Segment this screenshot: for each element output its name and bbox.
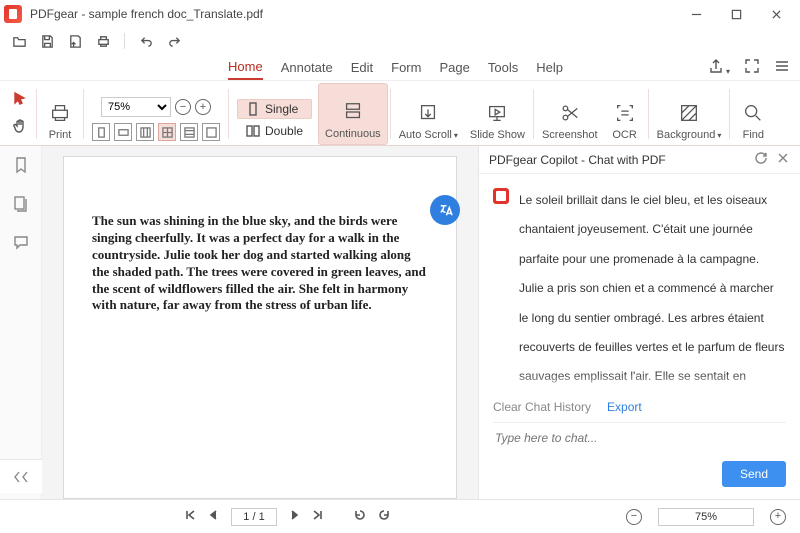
- zoom-select[interactable]: 75%: [101, 97, 171, 117]
- translate-badge[interactable]: [430, 195, 460, 225]
- chat-input[interactable]: [493, 422, 786, 453]
- tab-bar: Home Annotate Edit Form Page Tools Help …: [0, 54, 800, 80]
- quick-access-toolbar: [0, 28, 800, 54]
- fit-5-icon[interactable]: [180, 123, 198, 141]
- autoscroll-group[interactable]: Auto Scroll▾: [393, 83, 464, 145]
- continuous-icon: [338, 98, 368, 126]
- find-label: Find: [743, 129, 764, 141]
- refresh-icon[interactable]: [754, 151, 768, 168]
- autoscroll-icon: [413, 99, 443, 127]
- autoscroll-label: Auto Scroll: [399, 129, 452, 141]
- screenshot-label: Screenshot: [542, 129, 598, 141]
- thumbnails-icon[interactable]: [12, 195, 30, 216]
- continuous-label: Continuous: [325, 128, 381, 140]
- tab-page[interactable]: Page: [439, 56, 469, 79]
- single-page-button[interactable]: Single: [237, 99, 312, 119]
- save-icon[interactable]: [38, 32, 56, 50]
- chat-message: Le soleil brillait dans le ciel bleu, et…: [493, 186, 786, 394]
- search-icon: [738, 99, 768, 127]
- saveas-icon[interactable]: [66, 32, 84, 50]
- print-group[interactable]: Print: [39, 83, 81, 145]
- ocr-label: OCR: [612, 129, 636, 141]
- document-text: The sun was shining in the blue sky, and…: [92, 213, 428, 314]
- app-icon: [4, 5, 22, 23]
- send-button[interactable]: Send: [722, 461, 786, 487]
- rotate-left-icon[interactable]: [353, 508, 367, 525]
- document-viewport[interactable]: The sun was shining in the blue sky, and…: [42, 146, 478, 499]
- left-rail: [0, 146, 42, 499]
- tab-home[interactable]: Home: [228, 55, 263, 80]
- zoom-out-button[interactable]: −: [175, 99, 191, 115]
- scissors-icon: [555, 99, 585, 127]
- bottom-bar: 1 / 1 − 75% +: [0, 499, 800, 533]
- ocr-icon: [610, 99, 640, 127]
- double-label: Double: [265, 124, 303, 138]
- slideshow-label: Slide Show: [470, 129, 525, 141]
- close-button[interactable]: [756, 0, 796, 28]
- bot-avatar-icon: [493, 188, 509, 204]
- clear-history-link[interactable]: Clear Chat History: [493, 400, 591, 414]
- copilot-title: PDFgear Copilot - Chat with PDF: [489, 153, 746, 167]
- fit-1-icon[interactable]: [92, 123, 110, 141]
- bookmark-icon[interactable]: [12, 156, 30, 177]
- minimize-button[interactable]: [676, 0, 716, 28]
- continuous-group[interactable]: Continuous: [318, 83, 388, 145]
- comments-icon[interactable]: [12, 234, 30, 255]
- page-indicator[interactable]: 1 / 1: [231, 508, 277, 526]
- fullscreen-icon[interactable]: [744, 58, 760, 77]
- printer-icon: [45, 99, 75, 127]
- rotate-right-icon[interactable]: [377, 508, 391, 525]
- ribbon: Print 75% − + Single Double: [0, 80, 800, 146]
- open-icon[interactable]: [10, 32, 28, 50]
- window-title: PDFgear - sample french doc_Translate.pd…: [30, 7, 263, 21]
- menu-icon[interactable]: [774, 58, 790, 77]
- screenshot-group[interactable]: Screenshot: [536, 83, 604, 145]
- double-page-icon: [246, 124, 260, 138]
- next-page-button[interactable]: [287, 508, 301, 525]
- hand-tool-icon[interactable]: [12, 118, 28, 137]
- tab-tools[interactable]: Tools: [488, 56, 518, 79]
- tab-help[interactable]: Help: [536, 56, 563, 79]
- zoom-out-bottom[interactable]: −: [626, 509, 642, 525]
- fit-4-icon[interactable]: [158, 123, 176, 141]
- single-page-icon: [246, 102, 260, 116]
- background-group[interactable]: Background▾: [651, 83, 728, 145]
- zoom-indicator[interactable]: 75%: [658, 508, 754, 526]
- collapse-rail-icon[interactable]: [0, 459, 44, 493]
- export-link[interactable]: Export: [607, 400, 642, 414]
- print-label: Print: [49, 129, 72, 141]
- zoom-in-bottom[interactable]: +: [770, 509, 786, 525]
- double-page-button[interactable]: Double: [237, 121, 312, 141]
- slideshow-group[interactable]: Slide Show: [464, 83, 531, 145]
- print-icon[interactable]: [94, 32, 112, 50]
- close-panel-icon[interactable]: [776, 151, 790, 168]
- fit-6-icon[interactable]: [202, 123, 220, 141]
- tab-edit[interactable]: Edit: [351, 56, 373, 79]
- fit-3-icon[interactable]: [136, 123, 154, 141]
- background-label: Background: [657, 129, 716, 141]
- pdf-page: The sun was shining in the blue sky, and…: [63, 156, 457, 499]
- tab-annotate[interactable]: Annotate: [281, 56, 333, 79]
- copilot-panel: PDFgear Copilot - Chat with PDF Le solei…: [478, 146, 800, 499]
- redo-icon[interactable]: [165, 32, 183, 50]
- tab-form[interactable]: Form: [391, 56, 421, 79]
- fit-2-icon[interactable]: [114, 123, 132, 141]
- last-page-button[interactable]: [311, 508, 325, 525]
- find-group[interactable]: Find: [732, 83, 774, 145]
- background-icon: [674, 99, 704, 127]
- slideshow-icon: [482, 99, 512, 127]
- ocr-group[interactable]: OCR: [604, 83, 646, 145]
- undo-icon[interactable]: [137, 32, 155, 50]
- share-icon[interactable]: ▾: [708, 58, 730, 77]
- maximize-button[interactable]: [716, 0, 756, 28]
- prev-page-button[interactable]: [207, 508, 221, 525]
- chat-message-text: Le soleil brillait dans le ciel bleu, et…: [519, 186, 786, 394]
- titlebar: PDFgear - sample french doc_Translate.pd…: [0, 0, 800, 28]
- select-tool-icon[interactable]: [12, 91, 28, 110]
- single-label: Single: [265, 102, 298, 116]
- zoom-in-button[interactable]: +: [195, 99, 211, 115]
- first-page-button[interactable]: [183, 508, 197, 525]
